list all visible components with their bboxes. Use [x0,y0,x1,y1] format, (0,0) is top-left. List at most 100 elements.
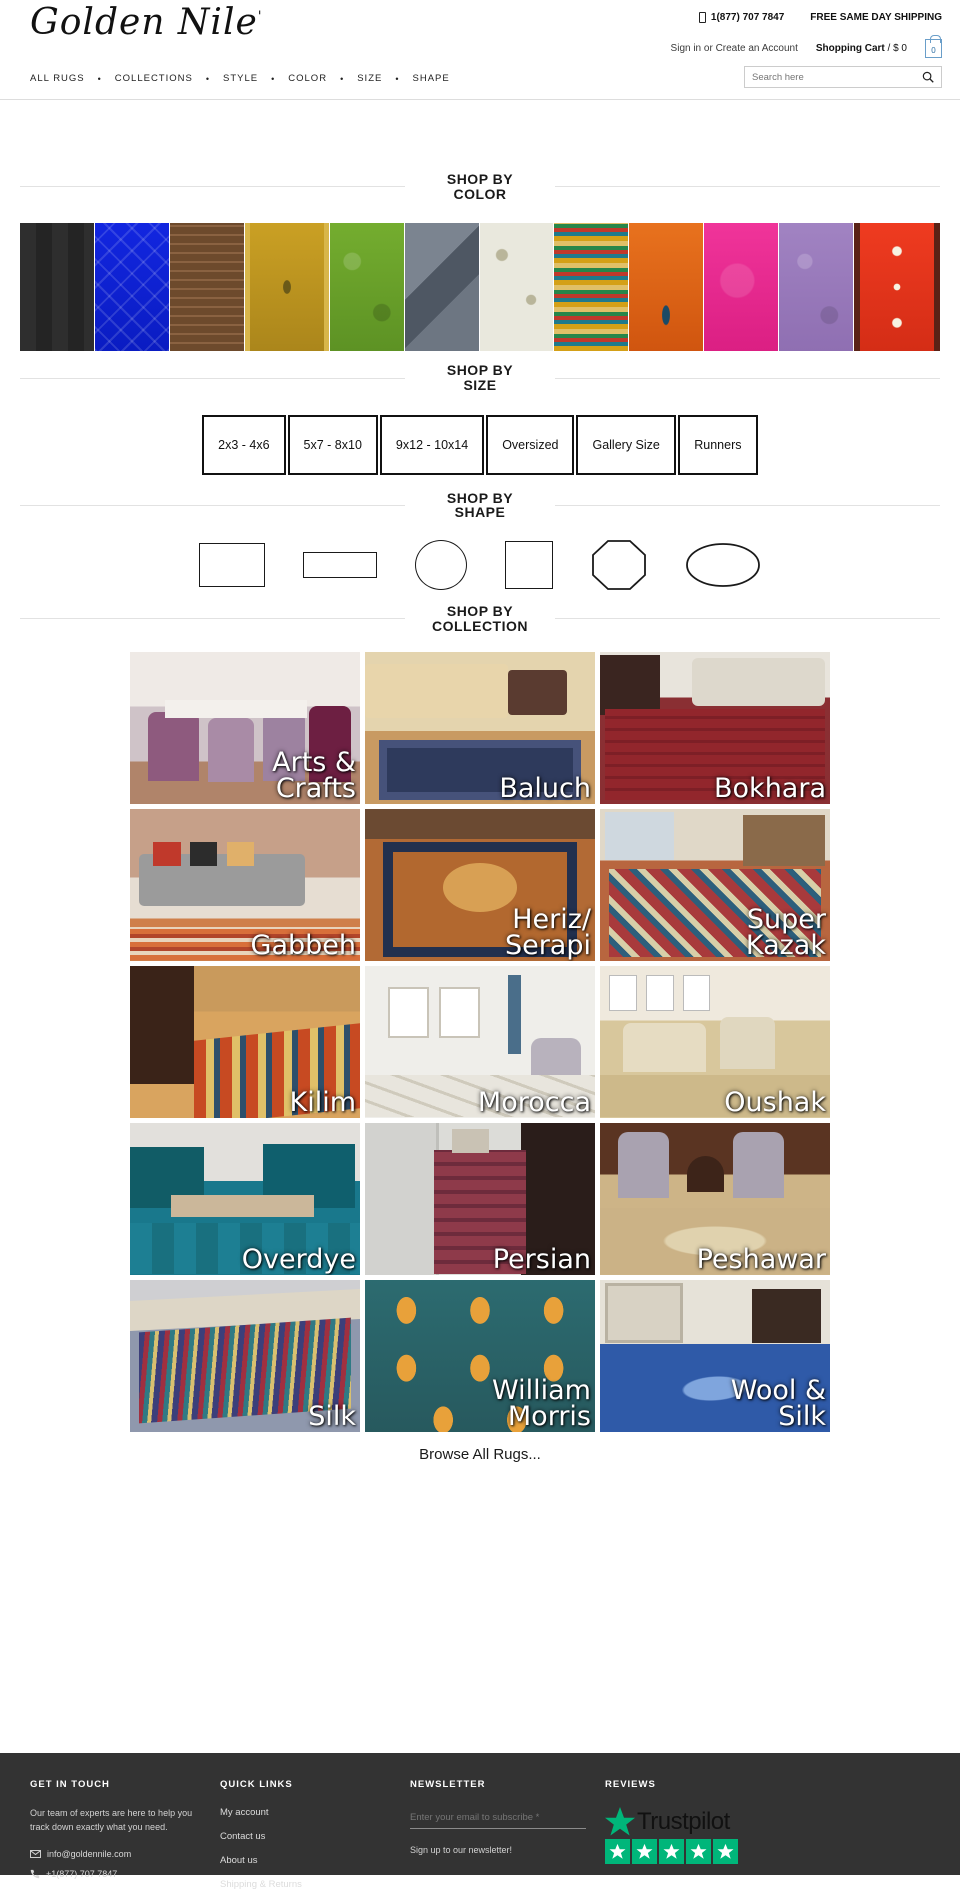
size-button-gallery-size[interactable]: Gallery Size [576,414,676,475]
size-button-9x12-10x14[interactable]: 9x12 - 10x14 [379,414,485,475]
header-account-bar: Sign in or Create an Account Shopping Ca… [671,35,942,58]
collection-tile-gabbeh[interactable]: Gabbeh [130,808,360,961]
footer-heading-reviews: REVIEWS [605,1779,656,1790]
color-swatch-gold[interactable] [244,223,329,352]
shape-filter-row [0,534,960,596]
tile-label: Wool & Silk [730,1375,826,1432]
mail-icon [30,1849,41,1858]
size-button-runners[interactable]: Runners [677,414,758,475]
collection-tile-morocca[interactable]: Morocca [365,965,595,1118]
logo-flourish: ' [257,9,263,25]
rating-star-4 [686,1839,711,1864]
nav-item-shape[interactable]: SHAPE [413,73,450,84]
color-swatch-blue[interactable] [94,223,169,352]
section-title-size-text: SHOP BY SIZE [446,362,514,394]
footer-link-my-account[interactable]: My account [220,1807,410,1818]
search-button[interactable] [915,67,941,87]
tile-label: Baluch [499,772,591,804]
shape-octagon-icon[interactable] [591,539,647,591]
size-button-5x7-8x10[interactable]: 5x7 - 8x10 [287,414,378,475]
collection-tile-arts-crafts[interactable]: Arts & Crafts [130,651,360,804]
collection-tile-silk[interactable]: Silk [130,1279,360,1432]
shape-runner-icon[interactable] [303,552,377,579]
collection-tile-super-kazak[interactable]: Super Kazak [600,808,830,961]
tile-label: Arts & Crafts [272,747,356,804]
footer-column-newsletter: NEWSLETTER Sign up to our newsletter! [410,1779,605,1903]
collection-tile-heriz-serapi[interactable]: Heriz/ Serapi [365,808,595,961]
footer-link-shipping-returns[interactable]: Shipping & Returns [220,1879,410,1890]
collection-tile-baluch[interactable]: Baluch [365,651,595,804]
tile-label: Peshawar [696,1243,826,1275]
browse-all-rugs-link[interactable]: Browse All Rugs... [0,1432,960,1463]
color-swatch-purple[interactable] [779,223,854,352]
tile-label: Morocca [477,1086,591,1118]
tile-label: Super Kazak [745,904,826,961]
shape-oval-icon[interactable] [685,542,761,588]
color-swatch-orange[interactable] [629,223,704,352]
collection-tile-oushak[interactable]: Oushak [600,965,830,1118]
header-phone[interactable]: 1(877) 707 7847 [698,12,785,23]
newsletter-email-input[interactable] [410,1810,586,1829]
color-swatch-black[interactable] [20,223,94,352]
nav-separator-icon: • [340,73,345,84]
rating-star-5 [713,1839,738,1864]
footer-phone[interactable]: +1(877) 707 7847 [30,1869,220,1879]
collection-tile-kilim[interactable]: Kilim [130,965,360,1118]
site-logo[interactable]: Golden Nile' [30,2,263,43]
tile-label: Silk [308,1400,356,1432]
collection-tile-peshawar[interactable]: Peshawar [600,1122,830,1275]
nav-item-collections[interactable]: COLLECTIONS [115,73,193,84]
header-top-bar: 1(877) 707 7847 FREE SAME DAY SHIPPING [698,12,942,23]
collection-tile-bokhara[interactable]: Bokhara [600,651,830,804]
shape-square-icon[interactable] [505,541,553,590]
color-swatch-multi[interactable] [554,223,629,352]
search-icon [922,71,934,83]
collection-tile-wool-silk[interactable]: Wool & Silk [600,1279,830,1432]
shape-rectangle-icon[interactable] [199,543,265,588]
nav-item-all-rugs[interactable]: ALL RUGS [30,73,85,84]
color-swatch-green[interactable] [329,223,404,352]
nav-item-color[interactable]: COLOR [288,73,327,84]
color-swatch-pink[interactable] [704,223,779,352]
title-rule-left [20,186,405,188]
footer-link-contact-us[interactable]: Contact us [220,1831,410,1842]
collection-grid: Arts & Crafts Baluch Bokhara Gabbeh Heri… [130,651,830,1432]
trustpilot-star-icon [605,1807,635,1836]
footer-phone-text: +1(877) 707 7847 [46,1868,118,1879]
title-rule-left [20,504,405,506]
size-button-2x3-4x6[interactable]: 2x3 - 4x6 [202,414,286,475]
title-rule-right [555,504,940,506]
site-header: Golden Nile' 1(877) 707 7847 FREE SAME D… [0,0,960,100]
collection-tile-overdye[interactable]: Overdye [130,1122,360,1275]
footer-link-about-us[interactable]: About us [220,1855,410,1866]
signin-link[interactable]: Sign in or Create an Account [671,43,798,54]
size-button-oversized[interactable]: Oversized [486,414,575,475]
section-title-size: SHOP BY SIZE [20,362,940,394]
header-phone-number: 1(877) 707 7847 [710,12,785,23]
section-title-shape-text: SHOP BY SHAPE [446,489,514,521]
color-swatch-grey[interactable] [404,223,479,352]
phone-icon [698,12,706,23]
tile-label: Persian [492,1243,591,1275]
color-swatch-strip [20,223,941,352]
tile-label: Oushak [724,1086,826,1118]
collection-tile-persian[interactable]: Persian [365,1122,595,1275]
tile-label: William Morris [492,1375,591,1432]
color-swatch-red[interactable] [854,223,941,352]
cart-label: Shopping Cart [815,43,885,54]
color-swatch-ivory[interactable] [479,223,554,352]
color-swatch-brown[interactable] [169,223,244,352]
footer-column-get-in-touch: GET IN TOUCH Our team of experts are her… [30,1779,220,1903]
cart-icon[interactable]: 0 [925,35,942,58]
title-rule-left [20,377,405,379]
trustpilot-widget[interactable]: Trustpilot [605,1807,805,1864]
footer-email[interactable]: info@goldennile.com [30,1849,220,1859]
cart-summary[interactable]: Shopping Cart / $ 0 [816,43,907,54]
tile-label: Gabbeh [250,929,356,961]
nav-item-style[interactable]: STYLE [223,73,258,84]
nav-item-size[interactable]: SIZE [357,73,382,84]
collection-tile-william-morris[interactable]: William Morris [365,1279,595,1432]
shipping-note: FREE SAME DAY SHIPPING [810,12,942,23]
shape-round-icon[interactable] [415,540,467,591]
search-input[interactable] [745,67,915,87]
